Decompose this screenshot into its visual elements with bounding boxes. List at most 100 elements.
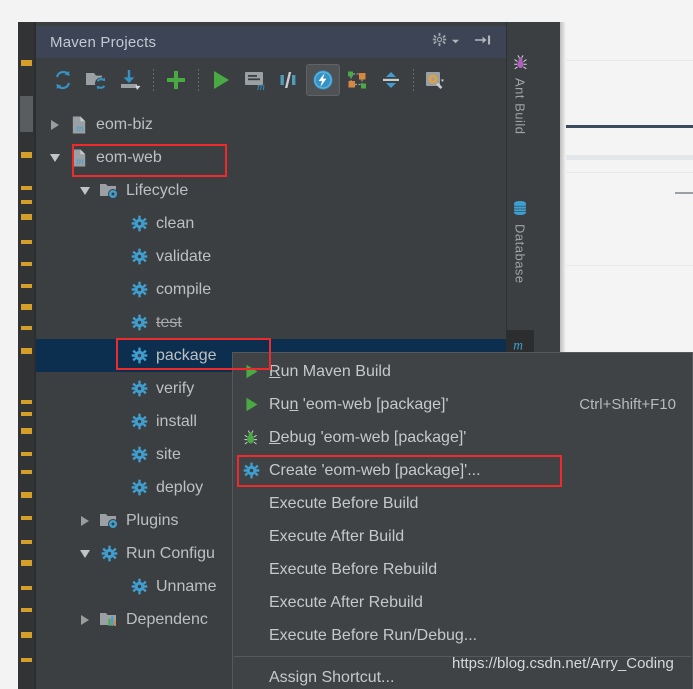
tree-row-label: install [156,412,197,430]
gutter-warning-mark[interactable] [21,412,32,416]
ant-icon [512,54,529,74]
gutter-warning-mark[interactable] [21,560,32,566]
goal-gear-icon [131,578,148,595]
gutter-warning-mark[interactable] [21,428,32,434]
menu-execute-before-rebuild[interactable]: Execute Before Rebuild [233,553,692,586]
toolbar-separator [193,68,204,92]
tree-row-icon [126,347,152,364]
gutter-warning-mark[interactable] [21,186,32,190]
tab-ant-build[interactable]: Ant Build [506,50,534,174]
debug-bug-icon [243,429,260,446]
database-icon [511,199,529,220]
toggle-skip-tests-icon[interactable] [272,64,306,96]
gutter-warning-mark[interactable] [21,240,32,244]
gutter-warning-mark[interactable] [21,492,32,498]
header-actions [431,31,506,53]
maven-toolbar: m [36,60,516,100]
menu-item-label: Run Maven Build [269,362,391,380]
chevron-down-icon [451,33,460,51]
tree-row-label: site [156,445,181,463]
gutter-warning-mark[interactable] [21,586,32,590]
gutter-warning-mark[interactable] [21,262,32,266]
tree-row-icon [126,446,152,463]
plugins-folder-icon [99,512,119,530]
tree-row[interactable]: clean [36,207,506,240]
gutter-warning-mark[interactable] [21,632,32,638]
tree-row[interactable]: m eom-web [36,141,506,174]
maven-settings-icon[interactable]: m [238,64,272,96]
settings-button[interactable] [431,31,460,53]
menu-run-maven-build[interactable]: Run Maven Build [233,355,692,388]
menu-item-label: Execute Before Build [269,494,419,512]
menu-run-eom-web-package[interactable]: Run 'eom-web [package]' Ctrl+Shift+F10 [233,388,692,421]
chevron-down-icon[interactable] [44,153,66,162]
menu-execute-after-rebuild[interactable]: Execute After Rebuild [233,586,692,619]
page-rule [560,172,693,173]
menu-execute-after-build[interactable]: Execute After Build [233,520,692,553]
tree-row-icon [126,215,152,232]
gutter-warning-mark[interactable] [21,200,32,204]
gutter-warning-mark[interactable] [21,348,32,354]
context-menu: Run Maven Build Run 'eom-web [package]' Ct… [232,352,693,689]
menu-execute-before-run-debug[interactable]: Execute Before Run/Debug... [233,619,692,652]
toolbar-separator [148,68,159,92]
tree-row[interactable]: validate [36,240,506,273]
toggle-offline-icon[interactable] [306,64,340,96]
add-maven-project-icon[interactable] [159,64,193,96]
gutter-warning-mark[interactable] [21,400,32,404]
collapse-all-icon[interactable] [374,64,408,96]
download-sources-icon[interactable] [114,64,148,96]
menu-item-icon [233,396,269,413]
page-dash [675,192,693,194]
tree-row-label: Lifecycle [126,181,189,199]
chevron-down-icon[interactable] [74,549,96,558]
gutter-warning-mark[interactable] [21,326,32,330]
tab-database[interactable]: Database [506,195,534,324]
menu-item-icon [233,462,269,479]
chevron-right-icon[interactable] [74,515,96,526]
menu-item-shortcut: Ctrl+Shift+F10 [579,396,676,413]
chevron-down-icon[interactable] [74,186,96,195]
hide-panel-icon[interactable] [474,33,492,52]
show-dependencies-icon[interactable] [340,64,374,96]
menu-debug-eom-web-package[interactable]: Debug 'eom-web [package]' [233,421,692,454]
gutter-warning-mark[interactable] [21,452,32,456]
tree-row-label: compile [156,280,212,298]
run-icon[interactable] [204,64,238,96]
gutter-warning-mark[interactable] [21,658,32,662]
tab-database-label: Database [512,224,528,284]
menu-item-label: Debug 'eom-web [package]' [269,428,467,446]
menu-item-icon [233,429,269,446]
gutter-warning-mark[interactable] [21,304,32,310]
tree-row-label: Unname [156,577,217,595]
menu-execute-before-build[interactable]: Execute Before Build [233,487,692,520]
gutter-warning-mark[interactable] [21,540,32,544]
tree-row[interactable]: compile [36,273,506,306]
gutter-warning-mark[interactable] [21,608,32,612]
gutter-warning-mark[interactable] [21,284,32,288]
gutter-warning-mark[interactable] [21,214,32,220]
goal-gear-icon [131,479,148,496]
menu-create-eom-web-package[interactable]: Create 'eom-web [package]'... [233,454,692,487]
chevron-right-icon[interactable] [44,119,66,130]
gutter-warning-mark[interactable] [21,470,32,474]
maven-module-icon: m [70,148,89,168]
generate-sources-icon[interactable] [80,64,114,96]
chevron-right-icon[interactable] [74,614,96,625]
tree-row-icon [126,380,152,397]
gutter-warning-mark[interactable] [21,152,32,158]
reimport-icon[interactable] [46,64,80,96]
svg-text:m: m [76,123,84,134]
tree-row[interactable]: test [36,306,506,339]
maven-module-icon: m [70,115,89,135]
tree-row-label: Run Configu [126,544,215,562]
gutter-warning-mark[interactable] [21,516,32,520]
gutter-warning-mark[interactable] [21,60,32,66]
gutter-scrollbar-thumb[interactable] [20,96,33,132]
tree-row[interactable]: m eom-biz [36,108,506,141]
settings-icon[interactable] [419,64,453,96]
tree-row[interactable]: Lifecycle [36,174,506,207]
svg-text:m: m [76,156,84,167]
toolbar-separator [408,68,419,92]
tree-row-icon [96,182,122,200]
